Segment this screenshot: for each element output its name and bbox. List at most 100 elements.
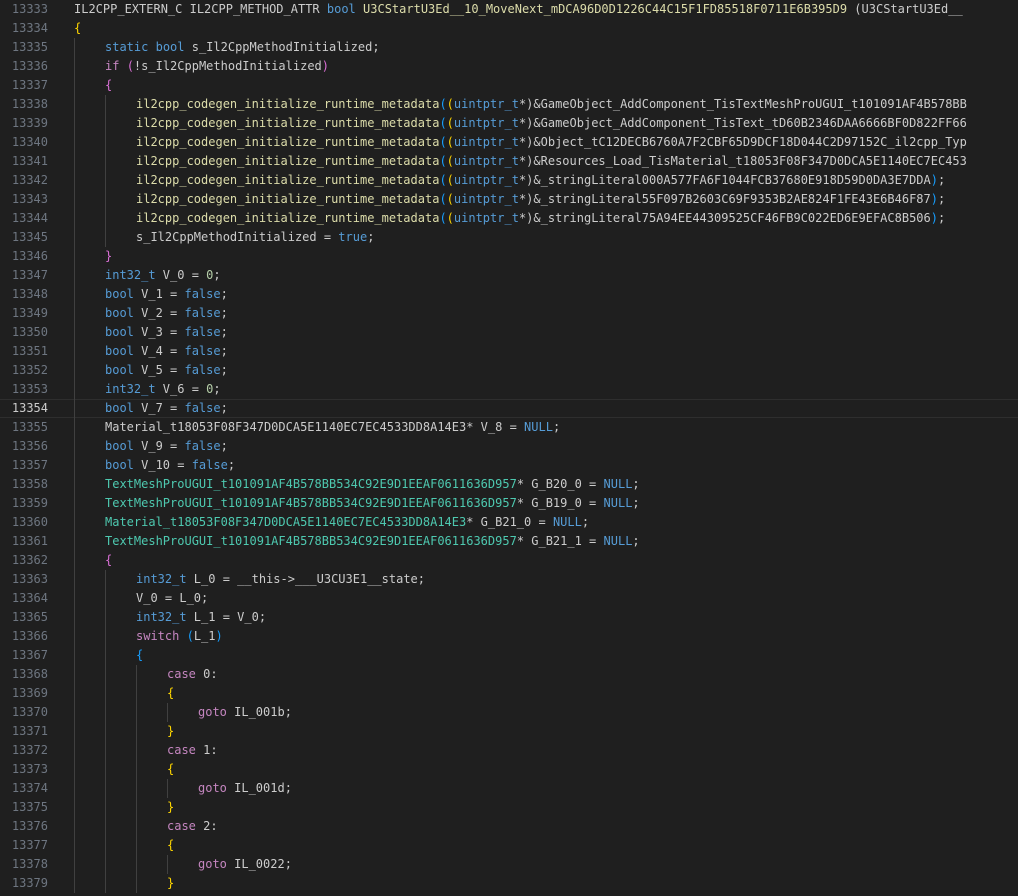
code-token: U3CStartU3Ed__10_MoveNext_mDCA96D0D1226C… bbox=[363, 2, 848, 16]
line-number: 13346 bbox=[11, 249, 48, 263]
code-line[interactable]: 13335 static bool s_Il2CppMethodInitializ… bbox=[0, 38, 1018, 57]
code-line[interactable]: 13361 TextMeshProUGUI_t101091AF4B578BB534… bbox=[0, 532, 1018, 551]
code-line[interactable]: 13347 int32_t V_0 = 0; bbox=[0, 266, 1018, 285]
code-text: { bbox=[167, 836, 174, 855]
line-number: 13358 bbox=[11, 477, 48, 491]
line-number: 13337 bbox=[11, 78, 48, 92]
code-editor[interactable]: 13333 IL2CPP_EXTERN_C IL2CPP_METHOD_ATTR … bbox=[0, 0, 1018, 896]
code-line[interactable]: 13360 Material_t18053F08F347D0DCA5E1140EC… bbox=[0, 513, 1018, 532]
code-line[interactable]: 13354 bool V_7 = false; bbox=[0, 399, 1018, 418]
line-number: 13342 bbox=[11, 173, 48, 187]
indent-guide bbox=[105, 836, 106, 855]
code-token: { bbox=[167, 838, 175, 852]
code-line[interactable]: 13341 il2cpp_codegen_initialize_runtime_m… bbox=[0, 152, 1018, 171]
line-number: 13373 bbox=[11, 762, 48, 776]
indent-guide bbox=[136, 779, 137, 798]
code-line[interactable]: 13342 il2cpp_codegen_initialize_runtime_m… bbox=[0, 171, 1018, 190]
code-line[interactable]: 13370 goto IL_001b; bbox=[0, 703, 1018, 722]
indent-guide bbox=[74, 247, 75, 266]
code-line[interactable]: 13368 case 0: bbox=[0, 665, 1018, 684]
code-line[interactable]: 13377 { bbox=[0, 836, 1018, 855]
code-line[interactable]: 13366 switch (L_1) bbox=[0, 627, 1018, 646]
code-line[interactable]: 13376 case 2: bbox=[0, 817, 1018, 836]
code-line[interactable]: 13350 bool V_3 = false; bbox=[0, 323, 1018, 342]
code-token: ; bbox=[937, 192, 946, 206]
indent-guide bbox=[105, 855, 106, 874]
code-token: int32_t bbox=[105, 382, 156, 396]
code-text: } bbox=[105, 247, 112, 266]
code-line[interactable]: 13337 { bbox=[0, 76, 1018, 95]
code-line[interactable]: 13339 il2cpp_codegen_initialize_runtime_m… bbox=[0, 114, 1018, 133]
code-text: goto IL_001d; bbox=[198, 779, 292, 798]
code-line[interactable]: 13334 { bbox=[0, 19, 1018, 38]
code-token: &Object_tC12DECB6760A7F2CBF65D9DCF18D044… bbox=[533, 135, 967, 149]
indent-guide bbox=[74, 703, 75, 722]
line-number: 13339 bbox=[11, 116, 48, 130]
code-line[interactable]: 13371} bbox=[0, 722, 1018, 741]
code-text: } bbox=[167, 722, 174, 741]
indent-guide bbox=[105, 684, 106, 703]
code-line[interactable]: 13357 bool V_10 = false; bbox=[0, 456, 1018, 475]
code-token: ( bbox=[446, 135, 454, 149]
code-token: V_7 = bbox=[133, 401, 185, 415]
code-token: V_4 = bbox=[133, 344, 185, 358]
code-token: IL_001d; bbox=[226, 781, 292, 795]
code-token: uintptr_t bbox=[453, 116, 519, 130]
code-line[interactable]: 13375} bbox=[0, 798, 1018, 817]
code-line[interactable]: 13374 goto IL_001d; bbox=[0, 779, 1018, 798]
code-token: V_9 = bbox=[133, 439, 185, 453]
code-line[interactable]: 13372 case 1: bbox=[0, 741, 1018, 760]
code-line[interactable]: 13346} bbox=[0, 247, 1018, 266]
code-token: bool bbox=[105, 439, 134, 453]
code-token: il2cpp_codegen_initialize_runtime_metada… bbox=[136, 173, 440, 187]
code-line[interactable]: 13379} bbox=[0, 874, 1018, 893]
code-token: V_1 = bbox=[133, 287, 185, 301]
line-number: 13352 bbox=[11, 363, 48, 377]
indent-guide bbox=[136, 874, 137, 893]
line-number: 13343 bbox=[11, 192, 48, 206]
code-token: ( bbox=[446, 97, 454, 111]
code-token: s_Il2CppMethodInitialized = bbox=[136, 230, 339, 244]
code-line[interactable]: 13364 V_0 = L_0; bbox=[0, 589, 1018, 608]
code-line[interactable]: 13345 s_Il2CppMethodInitialized = true; bbox=[0, 228, 1018, 247]
code-line[interactable]: 13378 goto IL_0022; bbox=[0, 855, 1018, 874]
code-line[interactable]: 13365 int32_t L_1 = V_0; bbox=[0, 608, 1018, 627]
line-number: 13341 bbox=[11, 154, 48, 168]
code-line[interactable]: 13348 bool V_1 = false; bbox=[0, 285, 1018, 304]
code-line[interactable]: 13343 il2cpp_codegen_initialize_runtime_m… bbox=[0, 190, 1018, 209]
code-line[interactable]: 13336 if (!s_Il2CppMethodInitialized) bbox=[0, 57, 1018, 76]
code-line[interactable]: 13344 il2cpp_codegen_initialize_runtime_m… bbox=[0, 209, 1018, 228]
code-token: IL_001b; bbox=[226, 705, 292, 719]
indent-guide bbox=[105, 760, 106, 779]
code-token: ( bbox=[439, 192, 447, 206]
code-line[interactable]: 13367 { bbox=[0, 646, 1018, 665]
indent-guide bbox=[74, 190, 75, 209]
line-number: 13351 bbox=[11, 344, 48, 358]
code-token: { bbox=[105, 78, 113, 92]
code-token: il2cpp_codegen_initialize_runtime_metada… bbox=[136, 116, 440, 130]
code-line[interactable]: 13349 bool V_2 = false; bbox=[0, 304, 1018, 323]
code-line[interactable]: 13373 { bbox=[0, 760, 1018, 779]
code-line[interactable]: 13363 int32_t L_0 = __this->___U3CU3E1__s… bbox=[0, 570, 1018, 589]
code-line[interactable]: 13369 { bbox=[0, 684, 1018, 703]
line-number: 13368 bbox=[11, 667, 48, 681]
code-line[interactable]: 13338 il2cpp_codegen_initialize_runtime_m… bbox=[0, 95, 1018, 114]
code-line[interactable]: 13358 TextMeshProUGUI_t101091AF4B578BB534… bbox=[0, 475, 1018, 494]
indent-guide bbox=[105, 589, 106, 608]
indent-guide bbox=[105, 665, 106, 684]
code-line[interactable]: 13359 TextMeshProUGUI_t101091AF4B578BB534… bbox=[0, 494, 1018, 513]
code-line[interactable]: 13353 int32_t V_6 = 0; bbox=[0, 380, 1018, 399]
code-line[interactable]: 13362 { bbox=[0, 551, 1018, 570]
code-token: false bbox=[184, 325, 221, 339]
code-text: bool V_5 = false; bbox=[105, 361, 228, 380]
indent-guide bbox=[136, 798, 137, 817]
code-text: s_Il2CppMethodInitialized = true; bbox=[136, 228, 374, 247]
code-line[interactable]: 13355 Material_t18053F08F347D0DCA5E1140EC… bbox=[0, 418, 1018, 437]
code-line[interactable]: 13333 IL2CPP_EXTERN_C IL2CPP_METHOD_ATTR … bbox=[0, 0, 1018, 19]
code-line[interactable]: 13352 bool V_5 = false; bbox=[0, 361, 1018, 380]
code-line[interactable]: 13356 bool V_9 = false; bbox=[0, 437, 1018, 456]
code-token: !s_Il2CppMethodInitialized bbox=[133, 59, 322, 73]
code-line[interactable]: 13340 il2cpp_codegen_initialize_runtime_m… bbox=[0, 133, 1018, 152]
code-line[interactable]: 13351 bool V_4 = false; bbox=[0, 342, 1018, 361]
